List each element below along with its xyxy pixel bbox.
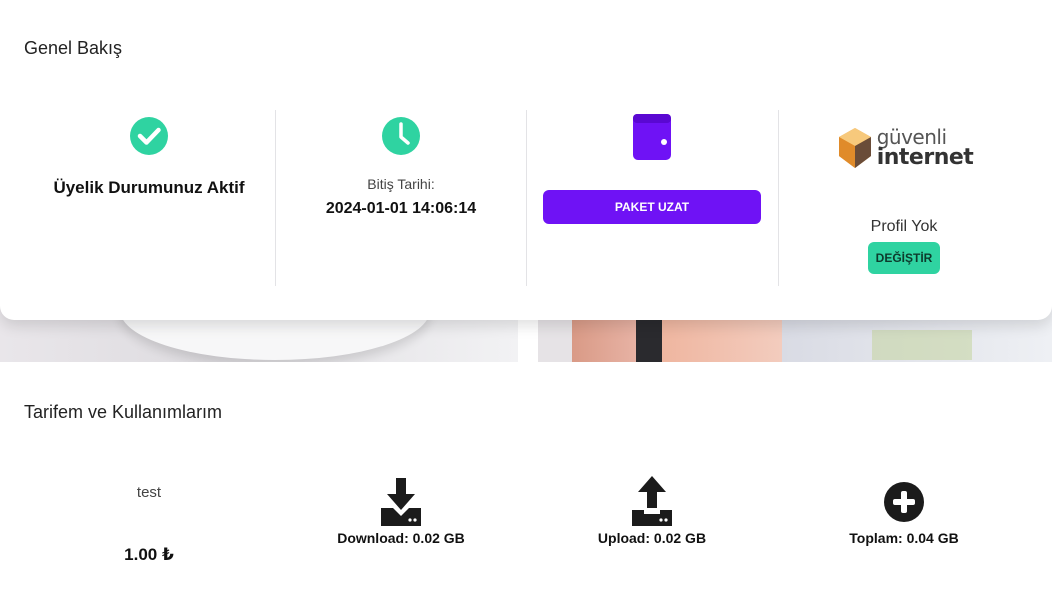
overview-title: Genel Bakış — [24, 38, 123, 58]
total-usage: Toplam: 0.04 GB — [779, 472, 1029, 546]
plan-info: test 1.00 ₺ — [24, 472, 274, 565]
package-extend: PAKET UZAT — [527, 110, 777, 288]
upload-usage: Upload: 0.02 GB — [527, 472, 777, 546]
expiry-label: Bitiş Tarihi: — [367, 176, 435, 192]
logo-line1: güvenli — [876, 125, 947, 149]
download-label: Download: 0.02 GB — [337, 530, 465, 546]
total-label: Toplam: 0.04 GB — [849, 530, 959, 546]
clock-icon — [382, 117, 420, 155]
expiry-value: 2024-01-01 14:06:14 — [325, 200, 477, 217]
shield-cube-icon — [838, 128, 871, 168]
plan-price: 1.00 ₺ — [124, 545, 174, 564]
download-usage: Download: 0.02 GB — [276, 472, 526, 546]
plus-circle-icon — [884, 482, 924, 522]
plan-name: test — [136, 484, 162, 501]
expiry-date: Bitiş Tarihi: 2024-01-01 14:06:14 — [276, 110, 526, 288]
logo-line2: internet — [876, 145, 974, 170]
overview-card: Genel Bakış Üyelik Durumunuz Aktif Bitiş… — [0, 0, 1052, 320]
upload-icon — [632, 476, 672, 526]
download-icon — [381, 478, 421, 526]
profile-section: güvenli internet Profil Yok DEĞİŞTİR — [779, 110, 1029, 288]
membership-status: Üyelik Durumunuz Aktif — [24, 110, 274, 288]
wallet-icon — [633, 114, 671, 160]
usage-title: Tarifem ve Kullanımlarım — [24, 402, 223, 422]
extend-package-button[interactable]: PAKET UZAT — [543, 190, 761, 224]
change-profile-button[interactable]: DEĞİŞTİR — [868, 242, 940, 274]
guvenli-internet-logo: güvenli internet — [835, 122, 974, 174]
upload-label: Upload: 0.02 GB — [597, 530, 707, 546]
membership-status-text: Üyelik Durumunuz Aktif — [53, 178, 245, 197]
usage-section: Tarifem ve Kullanımlarım test 1.00 ₺ Dow… — [0, 362, 1052, 592]
profile-status-text: Profil Yok — [870, 218, 938, 235]
check-circle-icon — [130, 117, 168, 155]
